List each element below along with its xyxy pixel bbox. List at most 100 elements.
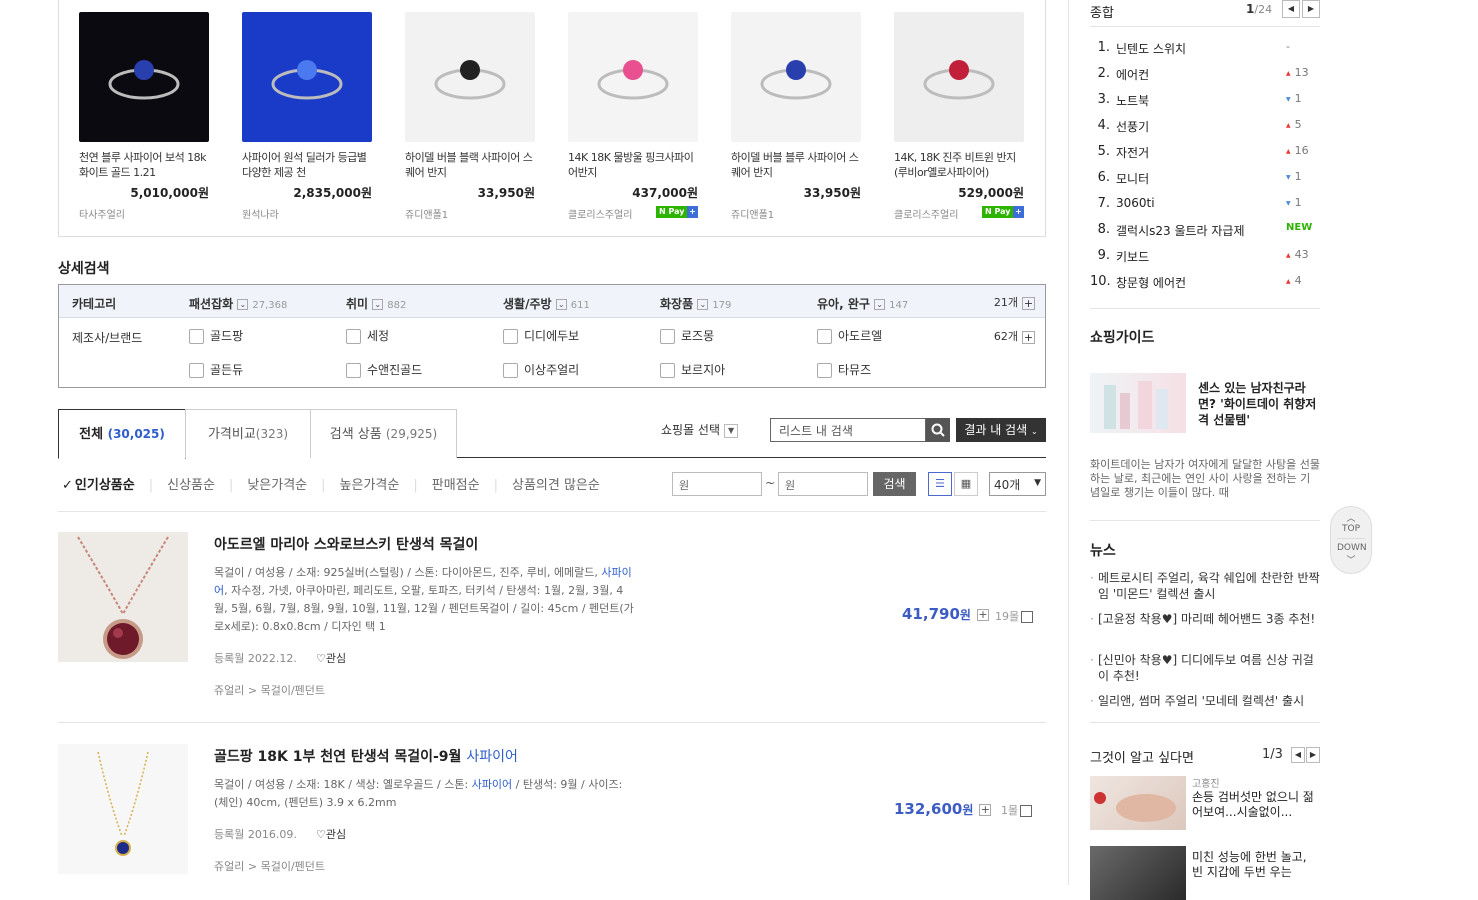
ranking-item[interactable]: 1. 닌텐도 스위치 - [1090, 40, 1320, 60]
shop-name[interactable]: 쥬디앤폴1 [405, 206, 535, 221]
brand-checkbox[interactable]: 보르지아 [660, 361, 725, 378]
brand-checkbox[interactable]: 수앤진골드 [346, 361, 422, 378]
top-product-card[interactable]: 사파이어 원석 딜러가 등급별 다양한 제공 천 2,835,000원원석나라 [242, 12, 372, 221]
product-name[interactable]: 하이델 버블 블루 사파이어 스퀘어 반지 [731, 150, 861, 180]
brand-checkbox[interactable]: 로즈몽 [660, 327, 714, 344]
qa-text[interactable]: 미친 성능에 한번 놀고, 빈 지갑에 두번 우는 [1192, 850, 1320, 880]
ranking-item[interactable]: 3. 노트북 1 [1090, 92, 1320, 112]
chevron-up-icon[interactable]: ︿ [1331, 511, 1371, 524]
ranking-item[interactable]: 8. 갤럭시s23 울트라 자급제 NEW [1090, 222, 1320, 242]
price-search-button[interactable]: 검색 [873, 472, 916, 496]
count-select[interactable]: 40개 ▼ [989, 472, 1046, 496]
shop-name[interactable]: 클로리스주얼리 N Pay + [894, 206, 1024, 221]
category-filter[interactable]: 유아, 완구 ⌄ 147 [817, 295, 908, 312]
product-price[interactable]: 529,000원 [894, 184, 1024, 201]
ranking-item[interactable]: 5. 자전거 16 [1090, 144, 1320, 164]
chevron-down-icon[interactable]: ⌄ [555, 299, 567, 310]
news-item[interactable]: [고윤정 착용♥] 마리떼 헤어밴드 3종 추천! [1090, 611, 1320, 627]
category-link[interactable]: 목걸이/펜던트 [261, 684, 325, 697]
next-arrow-icon[interactable]: ▶ [1306, 747, 1320, 763]
like-button[interactable]: ♡관심 [316, 650, 346, 666]
product-price[interactable]: 437,000원 [568, 184, 698, 201]
checkbox[interactable] [660, 363, 675, 378]
product-image[interactable] [568, 12, 698, 142]
category-filter[interactable]: 패션잡화 ⌄ 27,368 [189, 295, 287, 312]
shop-name[interactable]: 쥬디앤폴1 [731, 206, 861, 221]
qa-image[interactable] [1090, 846, 1186, 900]
category-filter[interactable]: 생활/주방 ⌄ 611 [503, 295, 590, 312]
tab-all[interactable]: 전체 (30,025) [58, 409, 186, 459]
top-product-card[interactable]: 하이델 버블 블루 사파이어 스퀘어 반지 33,950원쥬디앤폴1 [731, 12, 861, 221]
brand-checkbox[interactable]: 골든듀 [189, 361, 243, 378]
brand-checkbox[interactable]: 아도르엘 [817, 327, 882, 344]
checkbox[interactable] [660, 329, 675, 344]
guide-headline[interactable]: 센스 있는 남자친구라면? '화이트데이 취향저격 선물템' [1198, 380, 1318, 428]
guide-image[interactable] [1090, 373, 1186, 433]
product-image[interactable] [79, 12, 209, 142]
checkbox[interactable] [346, 363, 361, 378]
guide-description[interactable]: 화이트데이는 남자가 여자에게 달달한 사탕을 선물하는 날로, 최근에는 연인… [1090, 458, 1320, 500]
prev-arrow-icon[interactable]: ◀ [1282, 0, 1300, 18]
price-to-input[interactable]: 원 [778, 472, 868, 496]
product-name[interactable]: 천연 블루 사파이어 보석 18k 화이트 골드 1.21 [79, 150, 209, 180]
top-product-card[interactable]: 하이델 버블 블랙 사파이어 스퀘어 반지 33,950원쥬디앤폴1 [405, 12, 535, 221]
news-item[interactable]: 일리앤, 썸머 주얼리 '모네테 컬렉션' 출시 [1090, 693, 1320, 709]
ranking-item[interactable]: 10. 창문형 에어컨 4 [1090, 274, 1320, 294]
product-title[interactable]: 아도르엘 마리아 스와로브스키 탄생석 목걸이 [214, 534, 478, 554]
product-name[interactable]: 14K 18K 물방울 핑크사파이어반지 [568, 150, 698, 180]
category-link[interactable]: 쥬얼리 [214, 684, 244, 697]
down-button[interactable]: DOWN [1337, 538, 1367, 553]
chevron-down-icon[interactable]: ⌄ [237, 299, 249, 310]
sort-option[interactable]: 상품의견 많은순 [512, 478, 600, 493]
checkbox[interactable] [189, 329, 204, 344]
ranking-item[interactable]: 6. 모니터 1 [1090, 170, 1320, 190]
ranking-item[interactable]: 2. 에어컨 13 [1090, 66, 1320, 86]
product-name[interactable]: 사파이어 원석 딜러가 등급별 다양한 제공 천 [242, 150, 372, 180]
shop-name[interactable]: 클로리스주얼리 N Pay + [568, 206, 698, 221]
mall-count[interactable]: 1몰 [1001, 802, 1033, 818]
top-button[interactable]: TOP [1331, 524, 1371, 534]
grid-view-icon[interactable]: ▦ [954, 472, 978, 496]
product-name[interactable]: 14K, 18K 진주 비트윈 반지(루비or옐로사파이어) [894, 150, 1024, 180]
category-filter[interactable]: 취미 ⌄ 882 [346, 295, 406, 312]
product-image[interactable] [58, 744, 188, 874]
sort-option[interactable]: 높은가격순 [340, 478, 400, 493]
product-image[interactable] [242, 12, 372, 142]
product-price[interactable]: 2,835,000원 [242, 184, 372, 201]
product-price[interactable]: 33,950원 [405, 184, 535, 201]
chevron-down-icon[interactable]: ⌄ [874, 299, 886, 310]
ranking-item[interactable]: 4. 선풍기 5 [1090, 118, 1320, 138]
chevron-down-icon[interactable]: ﹀ [1331, 553, 1371, 566]
qa-image[interactable] [1090, 776, 1186, 830]
ranking-item[interactable]: 9. 키보드 43 [1090, 248, 1320, 268]
qa-text[interactable]: 손등 검버섯만 없으니 젊어보여...시술없이... [1192, 790, 1320, 820]
tab-search-products[interactable]: 검색 상품 (29,925) [310, 409, 457, 458]
expand-plus-icon[interactable]: + [1022, 330, 1035, 344]
checkbox[interactable] [346, 329, 361, 344]
mall-count[interactable]: 19몰 [995, 608, 1034, 624]
brand-checkbox[interactable]: 세정 [346, 327, 389, 344]
checkbox[interactable] [503, 363, 518, 378]
product-price[interactable]: 41,790원 + [902, 605, 989, 623]
top-product-card[interactable]: 14K, 18K 진주 비트윈 반지(루비or옐로사파이어) 529,000원클로… [894, 12, 1024, 221]
product-price[interactable]: 33,950원 [731, 184, 861, 201]
compare-checkbox[interactable] [1020, 805, 1033, 817]
brand-checkbox[interactable]: 골드팡 [189, 327, 243, 344]
brand-checkbox[interactable]: 타뮤즈 [817, 361, 871, 378]
product-name[interactable]: 하이델 버블 블랙 사파이어 스퀘어 반지 [405, 150, 535, 180]
sort-option[interactable]: 낮은가격순 [247, 478, 307, 493]
plus-icon[interactable]: + [979, 803, 992, 816]
like-button[interactable]: ♡관심 [316, 826, 346, 842]
shop-name[interactable]: 타사주얼리 [79, 206, 209, 221]
result-search-button[interactable]: 결과 내 검색 ⌄ [956, 418, 1046, 442]
list-search-input[interactable]: 리스트 내 검색 [770, 418, 926, 442]
sort-option[interactable]: ✓ 인기상품순 [62, 478, 135, 493]
shop-name[interactable]: 원석나라 [242, 206, 372, 221]
search-icon[interactable] [926, 418, 950, 442]
mall-select[interactable]: 쇼핑몰 선택 ▼ [661, 421, 739, 438]
news-item[interactable]: 메트로시티 주얼리, 육각 쉐입에 찬란한 반짝임 '미몬드' 컬렉션 출시 [1090, 570, 1320, 602]
checkbox[interactable] [817, 329, 832, 344]
next-arrow-icon[interactable]: ▶ [1302, 0, 1320, 18]
product-price[interactable]: 132,600원 + [894, 800, 992, 818]
product-image[interactable] [405, 12, 535, 142]
